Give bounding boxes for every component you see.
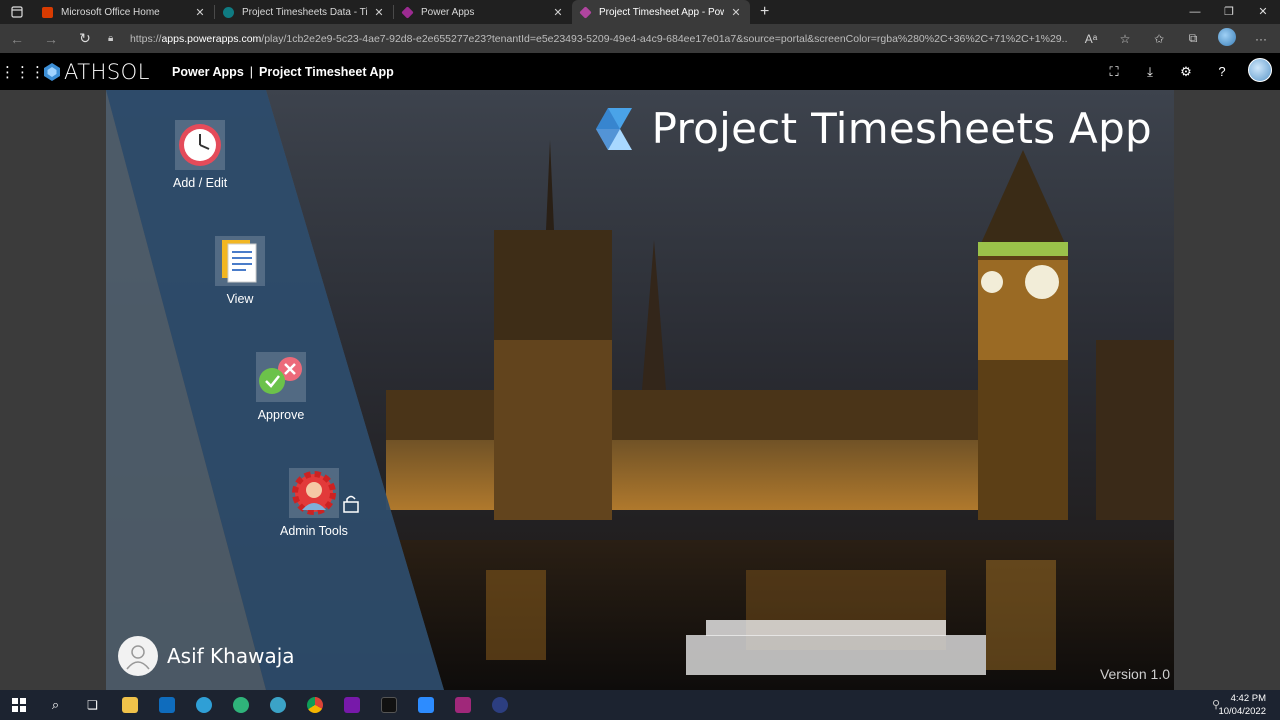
- close-tab-icon[interactable]: ✕: [552, 6, 564, 19]
- edge-dev-icon[interactable]: [259, 690, 296, 720]
- collections-icon[interactable]: ⧉: [1176, 31, 1210, 46]
- view-button[interactable]: View: [215, 236, 265, 306]
- help-icon[interactable]: ?: [1204, 64, 1240, 79]
- tab-actions-button[interactable]: [0, 0, 34, 24]
- edge-beta-icon[interactable]: [222, 690, 259, 720]
- user-name: Asif Khawaja: [167, 644, 295, 668]
- fit-to-window-icon[interactable]: ⛶: [1096, 64, 1132, 80]
- powerapps-logo-icon: [595, 107, 632, 150]
- lock-icon: 🔒︎: [108, 33, 114, 44]
- browser-tab-timesheet-app[interactable]: Project Timesheet App - Power A ✕: [572, 0, 750, 24]
- maximize-icon[interactable]: ❐: [1212, 0, 1246, 24]
- windows-taskbar: ⌕ ❏ ⚲ 4:42 PM 10/04/2022: [0, 690, 1280, 720]
- download-icon[interactable]: ⤓: [1132, 64, 1168, 80]
- approve-reject-icon: [256, 352, 306, 402]
- version-label: Version 1.0: [1099, 666, 1170, 682]
- edge-icon[interactable]: [185, 690, 222, 720]
- more-options-icon[interactable]: ···: [1244, 32, 1278, 46]
- read-aloud-icon[interactable]: A͏ᵃ: [1074, 32, 1108, 46]
- menu-label: Add / Edit: [173, 176, 228, 190]
- bluetooth-app-icon[interactable]: [481, 690, 518, 720]
- clock-date: 10/04/2022: [1218, 706, 1266, 717]
- user-avatar-icon: [118, 636, 158, 676]
- app-launcher-icon[interactable]: ⋮⋮⋮: [0, 63, 45, 81]
- powerapps-icon: [401, 5, 414, 19]
- refresh-icon[interactable]: ↻: [68, 30, 102, 47]
- current-user: Asif Khawaja: [118, 636, 295, 676]
- add-favorite-icon[interactable]: ☆: [1108, 32, 1142, 46]
- clock-icon: [175, 120, 226, 170]
- app-stage: Project Timesheets App Add / Edit View A…: [0, 90, 1280, 690]
- search-icon[interactable]: ⌕: [37, 690, 74, 720]
- powerapps-header: ⋮⋮⋮ ATHSOL Power Apps | Project Timesheet …: [0, 53, 1280, 90]
- service-name: Power Apps: [172, 64, 244, 79]
- app-breadcrumb: Power Apps | Project Timesheet App: [172, 64, 394, 79]
- zoom-icon[interactable]: [407, 690, 444, 720]
- tab-actions-icon: [11, 6, 23, 18]
- admin-gear-icon: [288, 468, 339, 518]
- menu-label: Approve: [257, 408, 305, 422]
- system-clock[interactable]: 4:42 PM 10/04/2022: [1218, 692, 1266, 718]
- profile-avatar-icon: [1218, 28, 1236, 46]
- windows-start-icon[interactable]: [0, 690, 37, 720]
- close-window-icon[interactable]: ✕: [1246, 0, 1280, 24]
- menu-label: Admin Tools: [280, 524, 348, 538]
- user-account-button[interactable]: [1240, 58, 1280, 85]
- document-icon: [215, 236, 265, 286]
- app-icon[interactable]: [370, 690, 407, 720]
- back-icon[interactable]: ←: [0, 31, 34, 47]
- tab-title: Project Timesheet App - Power A: [599, 6, 724, 18]
- url-text: https://apps.powerapps.com/play/1cb2e2e9…: [129, 32, 1068, 45]
- browser-tab-powerapps[interactable]: Power Apps ✕: [394, 0, 572, 24]
- browser-tab-office[interactable]: Microsoft Office Home ✕: [34, 0, 214, 24]
- add-edit-button[interactable]: Add / Edit: [173, 120, 227, 190]
- onenote-icon[interactable]: [333, 690, 370, 720]
- profile-button[interactable]: [1210, 28, 1244, 49]
- tab-title: Power Apps: [421, 6, 475, 18]
- company-logo: ATHSOL: [42, 60, 166, 84]
- app-canvas: Project Timesheets App Add / Edit View A…: [106, 90, 1174, 690]
- tab-title: Project Timesheets Data - Timesh: [242, 6, 367, 18]
- browser-tab-strip: Microsoft Office Home ✕ Project Timeshee…: [0, 0, 1280, 24]
- app-title: Project Timesheets App: [594, 104, 1152, 153]
- settings-gear-icon[interactable]: ⚙: [1168, 64, 1204, 80]
- url-input[interactable]: 🔒︎ https://apps.powerapps.com/play/1cb2e…: [108, 28, 1068, 49]
- close-tab-icon[interactable]: ✕: [373, 6, 385, 19]
- powerapps-icon: [579, 5, 592, 19]
- forward-icon[interactable]: →: [34, 31, 68, 47]
- browser-tab-sharepoint[interactable]: Project Timesheets Data - Timesh ✕: [215, 0, 393, 24]
- outlook-icon[interactable]: [148, 690, 185, 720]
- task-view-icon[interactable]: ❏: [74, 690, 111, 720]
- athsol-logo-icon: [44, 62, 60, 81]
- tab-title: Microsoft Office Home: [61, 6, 160, 18]
- close-tab-icon[interactable]: ✕: [194, 6, 206, 19]
- lock-icon: [343, 495, 359, 513]
- file-explorer-icon[interactable]: [111, 690, 148, 720]
- app-name: Project Timesheet App: [259, 64, 394, 79]
- new-tab-button[interactable]: +: [760, 3, 769, 21]
- office-icon: [42, 6, 53, 18]
- sharepoint-icon: [223, 6, 234, 18]
- screen-recorder-icon[interactable]: [444, 690, 481, 720]
- menu-label: View: [226, 292, 254, 306]
- chrome-icon[interactable]: [296, 690, 333, 720]
- account-avatar-icon: [1248, 58, 1272, 82]
- admin-tools-button[interactable]: Admin Tools: [280, 468, 348, 538]
- minimize-icon[interactable]: —: [1178, 0, 1212, 24]
- favorites-icon[interactable]: ✩: [1142, 32, 1176, 46]
- window-controls: — ❐ ✕: [1178, 0, 1280, 24]
- approve-button[interactable]: Approve: [256, 352, 306, 422]
- address-bar-row: ← → ↻ 🔒︎ https://apps.powerapps.com/play…: [0, 24, 1280, 53]
- clock-time: 4:42 PM: [1230, 693, 1266, 704]
- close-tab-icon[interactable]: ✕: [730, 6, 742, 19]
